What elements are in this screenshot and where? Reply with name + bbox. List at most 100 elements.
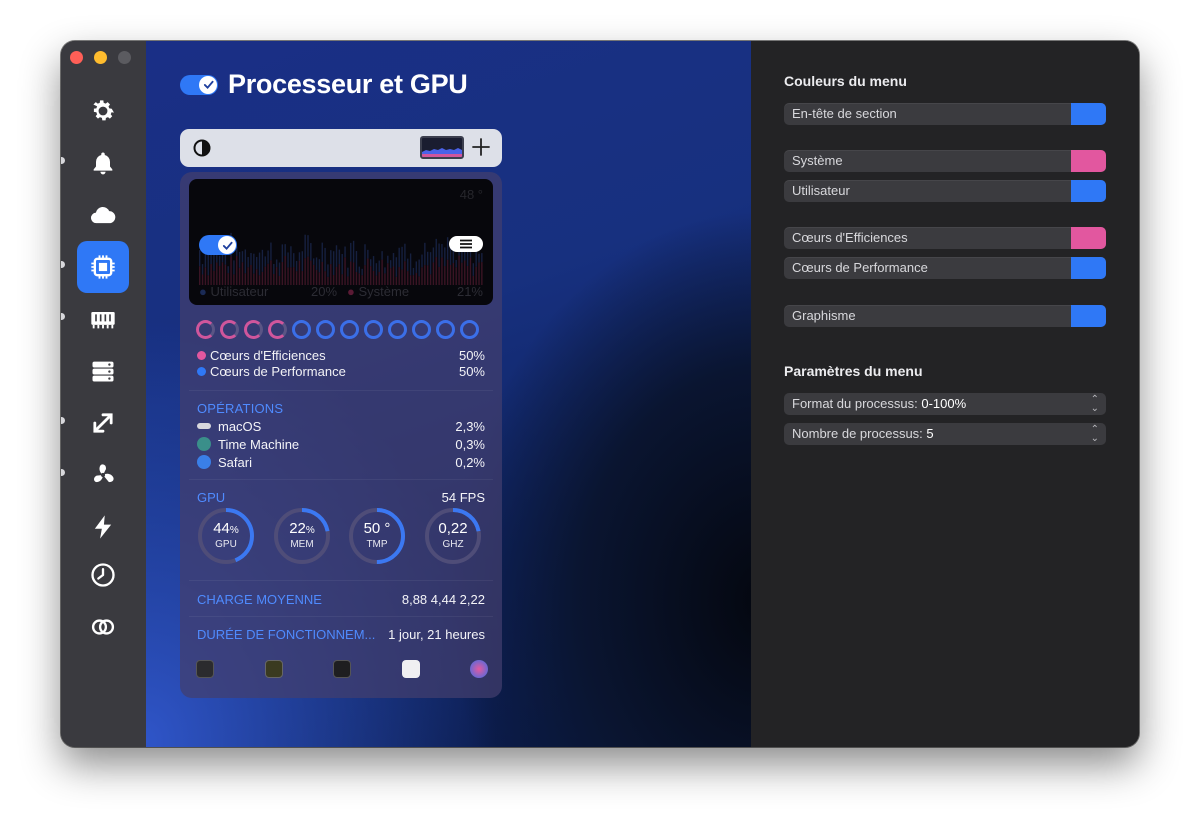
- usage-bar: [438, 243, 440, 267]
- usage-bar: [267, 263, 269, 285]
- color-row-system[interactable]: Système: [784, 150, 1106, 172]
- close-window-button[interactable]: [70, 51, 83, 64]
- gpu-heading: GPU: [197, 490, 226, 505]
- usage-bar: [398, 267, 400, 285]
- sidebar-item-weather[interactable]: [77, 189, 129, 241]
- sidebar-item-fans[interactable]: [77, 449, 129, 501]
- menu-bar-preview[interactable]: [420, 136, 464, 159]
- bolt-icon: [94, 515, 112, 539]
- gpu-header-row: GPU 54 FPS: [197, 490, 485, 505]
- usage-bar: [481, 262, 483, 285]
- color-row-performance-cores[interactable]: Cœurs de Performance: [784, 257, 1106, 279]
- usage-bar: [293, 253, 295, 268]
- usage-bar: [455, 267, 457, 285]
- color-row-section-header[interactable]: En-tête de section: [784, 103, 1106, 125]
- usage-bar: [307, 256, 309, 285]
- sidebar-item-cpu[interactable]: [77, 241, 129, 293]
- efficiency-cores-row: Cœurs d'Efficiences 50%: [197, 348, 485, 363]
- color-swatch[interactable]: [1071, 103, 1106, 125]
- usage-bar: [441, 257, 443, 285]
- app-icon[interactable]: [470, 660, 488, 678]
- operations-heading: OPÉRATIONS: [197, 401, 284, 416]
- usage-bar: [238, 251, 241, 268]
- terminal-icon[interactable]: [333, 660, 351, 678]
- sidebar-item-disk[interactable]: [77, 345, 129, 397]
- performance-cores-row: Cœurs de Performance 50%: [197, 364, 485, 379]
- sidebar-indicator: [61, 417, 65, 424]
- usage-bar: [344, 246, 346, 258]
- minimize-window-button[interactable]: [94, 51, 107, 64]
- sidebar-indicator: [61, 157, 65, 164]
- usage-bar: [435, 257, 437, 285]
- color-row-user[interactable]: Utilisateur: [784, 180, 1106, 202]
- plus-icon[interactable]: [470, 136, 492, 158]
- usage-bar: [258, 252, 261, 276]
- sidebar-item-battery[interactable]: [77, 501, 129, 553]
- usage-bar: [475, 266, 477, 285]
- usage-bar: [418, 276, 420, 285]
- appearance-toggle-icon[interactable]: [192, 138, 212, 158]
- network-icon: [93, 413, 113, 433]
- sidebar-item-network[interactable]: [77, 397, 129, 449]
- usage-bar: [284, 255, 286, 285]
- usage-bar: [407, 258, 409, 272]
- usage-bar: [327, 264, 329, 277]
- usage-bar: [207, 253, 209, 276]
- usage-bar: [384, 267, 386, 274]
- chart-toggle[interactable]: [199, 235, 237, 255]
- usage-bar: [370, 259, 372, 267]
- zoom-window-button[interactable]: [118, 51, 131, 64]
- time-machine-icon: [197, 437, 211, 451]
- color-swatch[interactable]: [1071, 257, 1106, 279]
- usage-bar: [330, 250, 332, 265]
- load-average-row: CHARGE MOYENNE 8,88 4,44 2,22: [197, 592, 485, 607]
- usage-bar: [361, 268, 363, 276]
- sidebar-item-combined[interactable]: [77, 601, 129, 653]
- page-title: Processeur et GPU: [228, 69, 468, 99]
- gpu-gauge: 44% GPU: [196, 506, 256, 566]
- chevron-updown-icon: ⌃ ⌄: [1090, 394, 1099, 414]
- usage-bar: [344, 257, 346, 285]
- process-row: macOS 2,3%: [197, 419, 485, 434]
- sidebar-item-notifications[interactable]: [77, 137, 129, 189]
- user-legend: ● Utilisateur: [199, 284, 269, 299]
- color-swatch[interactable]: [1071, 227, 1106, 249]
- usage-bar: [301, 251, 303, 272]
- usage-bar: [298, 252, 301, 261]
- usage-bar: [350, 242, 352, 262]
- usage-bar: [244, 249, 246, 274]
- usage-bar: [310, 260, 312, 285]
- menu-colors-heading: Couleurs du menu: [784, 73, 907, 89]
- sidebar-item-settings[interactable]: [77, 85, 129, 137]
- color-swatch[interactable]: [1071, 305, 1106, 327]
- page-header: Processeur et GPU: [180, 69, 468, 100]
- usage-bar: [216, 262, 218, 285]
- module-enable-toggle[interactable]: [180, 74, 218, 95]
- console-icon[interactable]: [264, 660, 283, 678]
- usage-bar: [210, 264, 212, 285]
- color-row-efficiency-cores[interactable]: Cœurs d'Efficiences: [784, 227, 1106, 249]
- color-row-graphics[interactable]: Graphisme: [784, 305, 1106, 327]
- tmp-gauge: 50 ° TMP: [347, 506, 407, 566]
- preview-area: Processeur et GPU 48 ° ● Utilisateur 20%: [146, 41, 751, 747]
- activity-monitor-icon[interactable]: [196, 660, 214, 678]
- process-count-select[interactable]: Nombre de processus: 5 ⌃ ⌄: [784, 423, 1106, 445]
- system-info-icon[interactable]: [401, 660, 420, 678]
- usage-bar: [204, 267, 207, 285]
- divider: [189, 580, 493, 581]
- sidebar-item-memory[interactable]: [77, 293, 129, 345]
- usage-bar: [352, 262, 355, 285]
- usage-bar: [347, 267, 349, 277]
- usage-bar: [315, 257, 318, 270]
- color-swatch[interactable]: [1071, 180, 1106, 202]
- usage-bar: [355, 250, 358, 272]
- color-swatch[interactable]: [1071, 150, 1106, 172]
- usage-bar: [238, 267, 241, 285]
- menu-button[interactable]: [449, 236, 483, 252]
- process-format-select[interactable]: Format du processus: 0-100% ⌃ ⌄: [784, 393, 1106, 415]
- sidebar-item-clock[interactable]: [77, 549, 129, 601]
- disk-icon: [92, 361, 114, 382]
- usage-bar: [290, 246, 292, 268]
- usage-bar: [446, 237, 449, 260]
- usage-bar: [432, 247, 435, 263]
